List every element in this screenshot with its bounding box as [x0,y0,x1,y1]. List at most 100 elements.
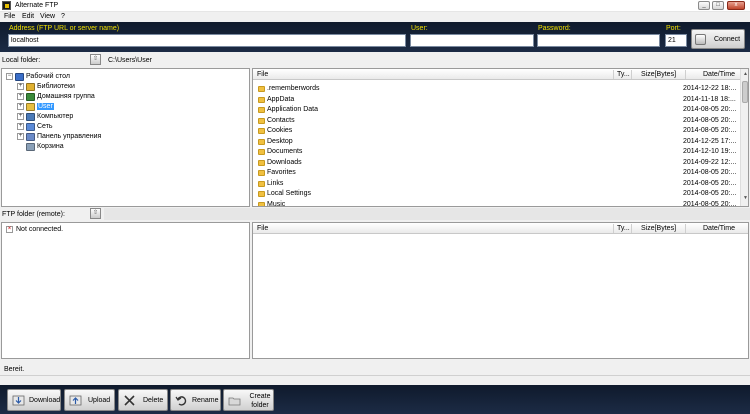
download-label: Download [29,397,61,404]
folder-icon [258,128,265,134]
file-row[interactable]: Local Settings 2014-08-05 20:... [253,189,741,199]
address-input[interactable] [8,34,406,47]
expand-icon[interactable]: + [17,93,24,100]
menu-help[interactable]: ? [61,13,65,20]
status-text: Bereit. [4,366,25,373]
remote-up-folder-icon[interactable]: ⇧ [90,208,101,219]
folder-icon [258,96,265,103]
folder-icon [258,86,265,92]
file-row[interactable]: Documents 2014-12-10 19:... [253,147,741,157]
local-up-folder-icon[interactable]: ⇧ [90,54,101,65]
delete-icon [124,395,135,406]
rename-icon [175,396,187,406]
file-name: Favorites [267,169,296,176]
create-folder-label-line1: Create [249,393,271,400]
maximize-button[interactable]: □ [712,1,724,10]
expand-icon[interactable]: + [17,133,24,140]
local-tree-pane[interactable]: − Рабочий стол + Библиотеки + Домашняя группа… [1,68,250,207]
file-row[interactable]: Favorites 2014-08-05 20:... [253,168,741,178]
address-label: Address (FTP URL or server name) [9,25,120,32]
scroll-thumb[interactable] [742,81,748,103]
download-button[interactable]: Download [7,389,61,411]
expand-icon[interactable]: + [17,103,24,110]
file-name: AppData [267,95,295,103]
menu-view[interactable]: View [40,13,55,20]
remote-folder-bar: FTP folder (remote): ⇧ [0,207,750,221]
scroll-down-icon[interactable]: ▼ [742,195,748,202]
file-row[interactable]: Downloads 2014-09-22 12:... [253,158,741,168]
scroll-up-icon[interactable]: ▲ [742,71,748,78]
tree-item-label: Панель управления [37,133,102,140]
connect-button[interactable]: Connect [691,29,745,49]
network-icon [26,123,35,131]
col-file[interactable]: File [257,71,268,78]
rename-button[interactable]: Rename [170,389,221,411]
remote-col-date[interactable]: Date/Time [703,225,735,232]
expand-icon[interactable]: + [17,113,24,120]
menu-edit[interactable]: Edit [22,13,34,20]
folder-icon [258,107,265,113]
tree-item-label: Компьютер [37,113,74,120]
close-button[interactable]: x [727,1,745,10]
remote-tree-pane[interactable]: × Not connected. [1,222,250,359]
delete-label: Delete [143,397,164,404]
user-input[interactable] [410,34,534,47]
local-path: C:\Users\User [108,57,152,64]
status-bar [0,375,750,381]
file-date: 2014-08-05 20:... [683,106,737,113]
create-folder-label-line2: folder [251,402,269,409]
password-input[interactable] [537,34,660,47]
tree-item-label: Сеть [37,123,53,130]
remote-folder-label: FTP folder (remote): [2,211,65,218]
minimize-button[interactable]: _ [698,1,710,10]
file-date: 2014-08-05 20:... [683,127,737,134]
connect-label: Connect [714,36,741,43]
tree-item-label: Рабочий стол [26,73,70,80]
port-input[interactable] [665,34,687,47]
user-folder-icon [26,103,35,111]
file-row[interactable]: Application Data 2014-08-05 20:... [253,105,741,115]
bottom-toolbar: Download Upload Delete Rename Create fold… [0,385,750,414]
collapse-icon[interactable]: − [6,73,13,80]
col-date[interactable]: Date/Time [703,71,735,78]
connection-bar: Address (FTP URL or server name) User: P… [0,22,750,52]
local-folder-label: Local folder: [2,57,41,64]
file-name: Documents [267,148,303,155]
file-name: .rememberwords [267,85,320,92]
delete-button[interactable]: Delete [118,389,168,411]
col-type[interactable]: Ty... [617,71,630,78]
file-row[interactable]: .rememberwords 2014-12-22 18:... [253,84,741,94]
local-files-pane[interactable]: File Ty... Size[Bytes] Date/Time .rememb… [252,68,749,207]
libraries-icon [26,83,35,91]
col-size[interactable]: Size[Bytes] [641,71,676,78]
remote-col-size[interactable]: Size[Bytes] [641,225,676,232]
file-row[interactable]: Links 2014-08-05 20:... [253,179,741,189]
remote-col-file[interactable]: File [257,225,268,232]
upload-button[interactable]: Upload [64,389,115,411]
file-date: 2014-12-22 18:... [683,85,737,92]
file-row[interactable]: Cookies 2014-08-05 20:... [253,126,741,136]
file-row[interactable]: AppData 2014-11-18 18:... [253,95,741,105]
file-date: 2014-08-05 20:... [683,169,737,176]
title-bar: Alternate FTP _ □ x [0,0,750,12]
file-row[interactable]: Desktop 2014-12-25 17:... [253,137,741,147]
file-name: Desktop [267,137,293,145]
file-row[interactable]: Contacts 2014-08-05 20:... [253,116,741,126]
local-files-scrollbar[interactable]: ▲ ▼ [740,69,748,206]
remote-col-type[interactable]: Ty... [617,225,630,232]
create-folder-icon [228,397,241,406]
expand-icon[interactable]: + [17,123,24,130]
tree-item-label: User [37,103,54,110]
file-row[interactable]: Music 2014-08-05 20:... [253,200,741,206]
window-title: Alternate FTP [15,2,59,9]
create-folder-button[interactable]: Create folder [223,389,274,411]
folder-icon [258,170,265,176]
menu-file[interactable]: File [4,13,15,20]
file-date: 2014-08-05 20:... [683,179,737,187]
expand-icon[interactable]: + [17,83,24,90]
rename-label: Rename [192,397,219,404]
recycle-bin-icon [26,143,35,151]
file-name: Downloads [267,158,302,166]
remote-files-pane[interactable]: File Ty... Size[Bytes] Date/Time [252,222,749,359]
desktop-icon [15,73,24,81]
